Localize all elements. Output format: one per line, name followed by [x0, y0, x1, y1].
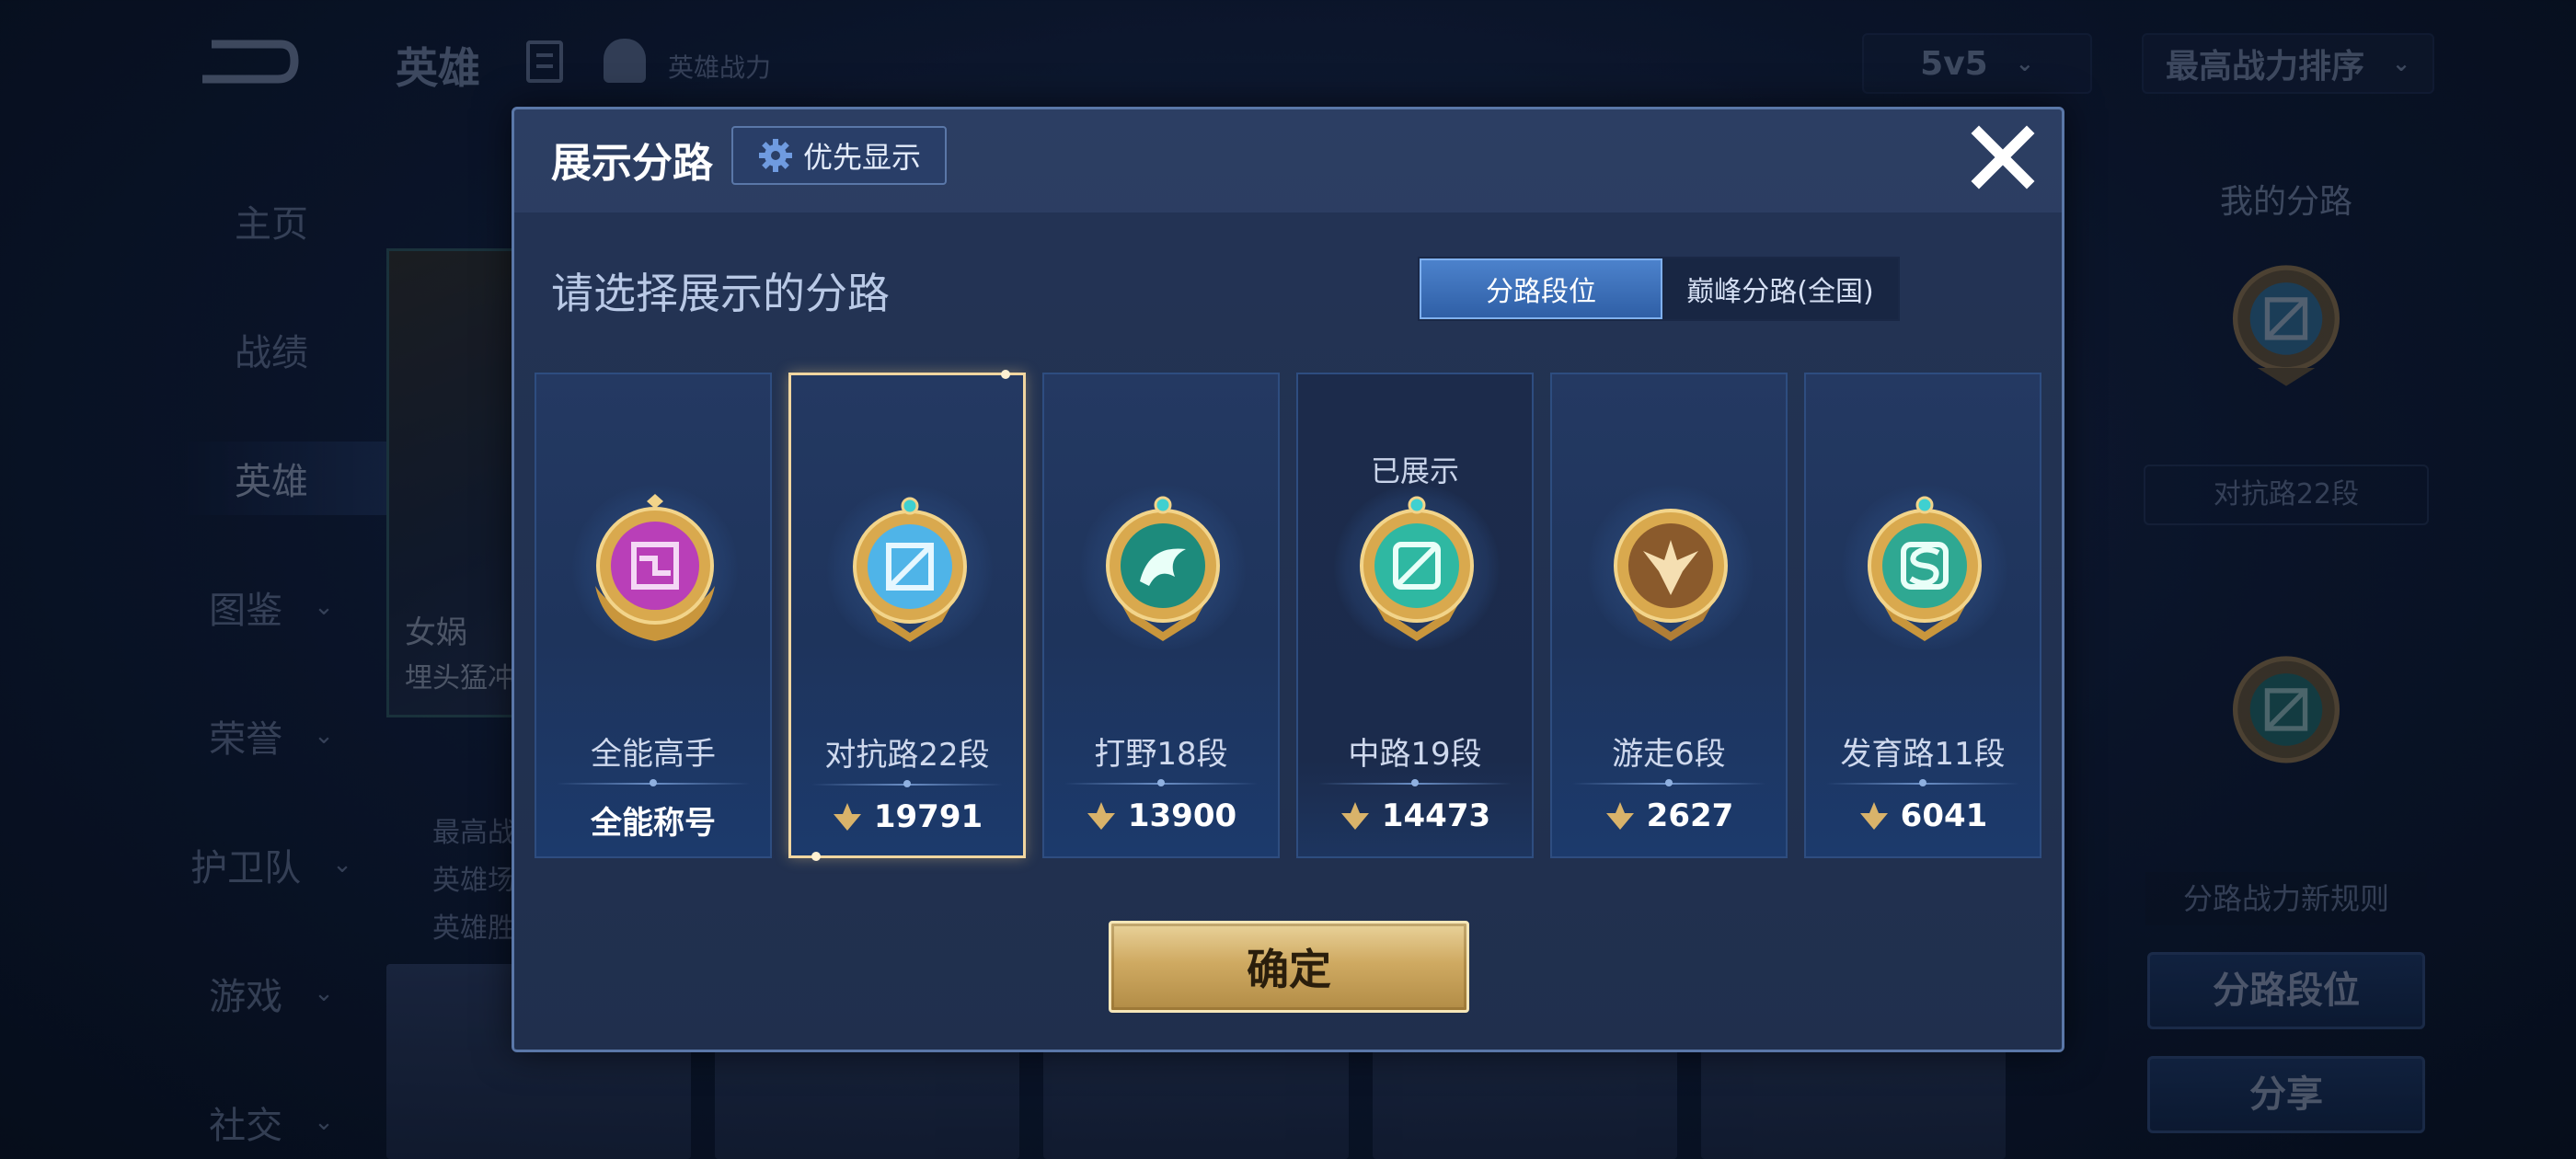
- lane-rank-label: 发育路11段: [1840, 736, 2006, 773]
- all-round-medal-icon: [595, 494, 715, 641]
- lane-card-list: 全能高手 全能称号 对抗路22段 19791 打野18段 13900 已展示 中…: [535, 370, 2043, 861]
- divider: [1826, 779, 2019, 786]
- divider: [811, 780, 1003, 787]
- lane-rank-label: 打野18段: [1094, 736, 1228, 773]
- divider: [1064, 779, 1258, 786]
- lane-card-all-round[interactable]: 全能高手 全能称号: [535, 373, 772, 858]
- lane-rank-label: 游走6段: [1612, 736, 1726, 773]
- power-icon: [1340, 802, 1369, 830]
- clash-lane-medal-icon: [853, 497, 967, 642]
- lane-card-farm[interactable]: 发育路11段 6041: [1804, 373, 2041, 858]
- tab-lane-rank[interactable]: 分路段位: [1420, 258, 1662, 319]
- power-icon: [1859, 802, 1888, 830]
- lane-card-mid[interactable]: 已展示 中路19段 14473: [1296, 373, 1534, 858]
- farm-lane-medal-icon: [1868, 496, 1982, 641]
- divider: [1572, 779, 1765, 786]
- lane-power-value: 19791: [873, 798, 983, 835]
- lane-display-dialog: 展示分路 优先显示 请选择展示的分路 分路段位 巅峰分路(全国) 全能高手 全能…: [512, 107, 2064, 1052]
- mid-lane-medal-icon: [1360, 496, 1474, 641]
- power-icon: [833, 803, 861, 831]
- divider: [1318, 779, 1512, 786]
- confirm-button[interactable]: 确定: [1109, 921, 1469, 1013]
- lane-rank-label: 对抗路22段: [824, 737, 990, 774]
- priority-display-label: 优先显示: [802, 140, 921, 175]
- lane-rank-label: 中路19段: [1348, 736, 1482, 773]
- selection-corner-dot: [1001, 370, 1010, 379]
- lane-card-roam[interactable]: 游走6段 2627: [1550, 373, 1788, 858]
- lane-card-clash[interactable]: 对抗路22段 19791: [788, 370, 1026, 861]
- lane-power-value: 14473: [1381, 798, 1491, 834]
- all-round-title-label: 全能称号: [591, 805, 716, 842]
- dialog-subtitle: 请选择展示的分路: [551, 269, 890, 318]
- lane-rank-label: 全能高手: [591, 736, 716, 773]
- lane-power: 13900: [1044, 798, 1278, 834]
- lane-tabs: 分路段位 巅峰分路(全国): [1418, 257, 1900, 321]
- lane-card-jungle[interactable]: 打野18段 13900: [1042, 373, 1280, 858]
- power-icon: [1605, 802, 1634, 830]
- roam-medal-icon: [1614, 509, 1728, 641]
- lane-power-value: 6041: [1900, 798, 1988, 834]
- priority-display-button[interactable]: 优先显示: [731, 126, 947, 185]
- dialog-title: 展示分路: [551, 140, 713, 187]
- lane-power-value: 2627: [1646, 798, 1734, 834]
- lane-power: 19791: [791, 798, 1023, 835]
- close-icon[interactable]: [1968, 122, 2038, 192]
- jungle-medal-icon: [1106, 496, 1220, 641]
- lane-power: 14473: [1298, 798, 1532, 834]
- gear-icon: [758, 139, 792, 172]
- power-icon: [1087, 802, 1115, 830]
- lane-power: 6041: [1806, 798, 2040, 834]
- divider: [557, 779, 750, 786]
- selection-corner-dot: [811, 852, 821, 861]
- lane-power-value: 13900: [1127, 798, 1237, 834]
- tab-peak-lane-national[interactable]: 巅峰分路(全国): [1662, 258, 1898, 319]
- lane-power: 2627: [1552, 798, 1786, 834]
